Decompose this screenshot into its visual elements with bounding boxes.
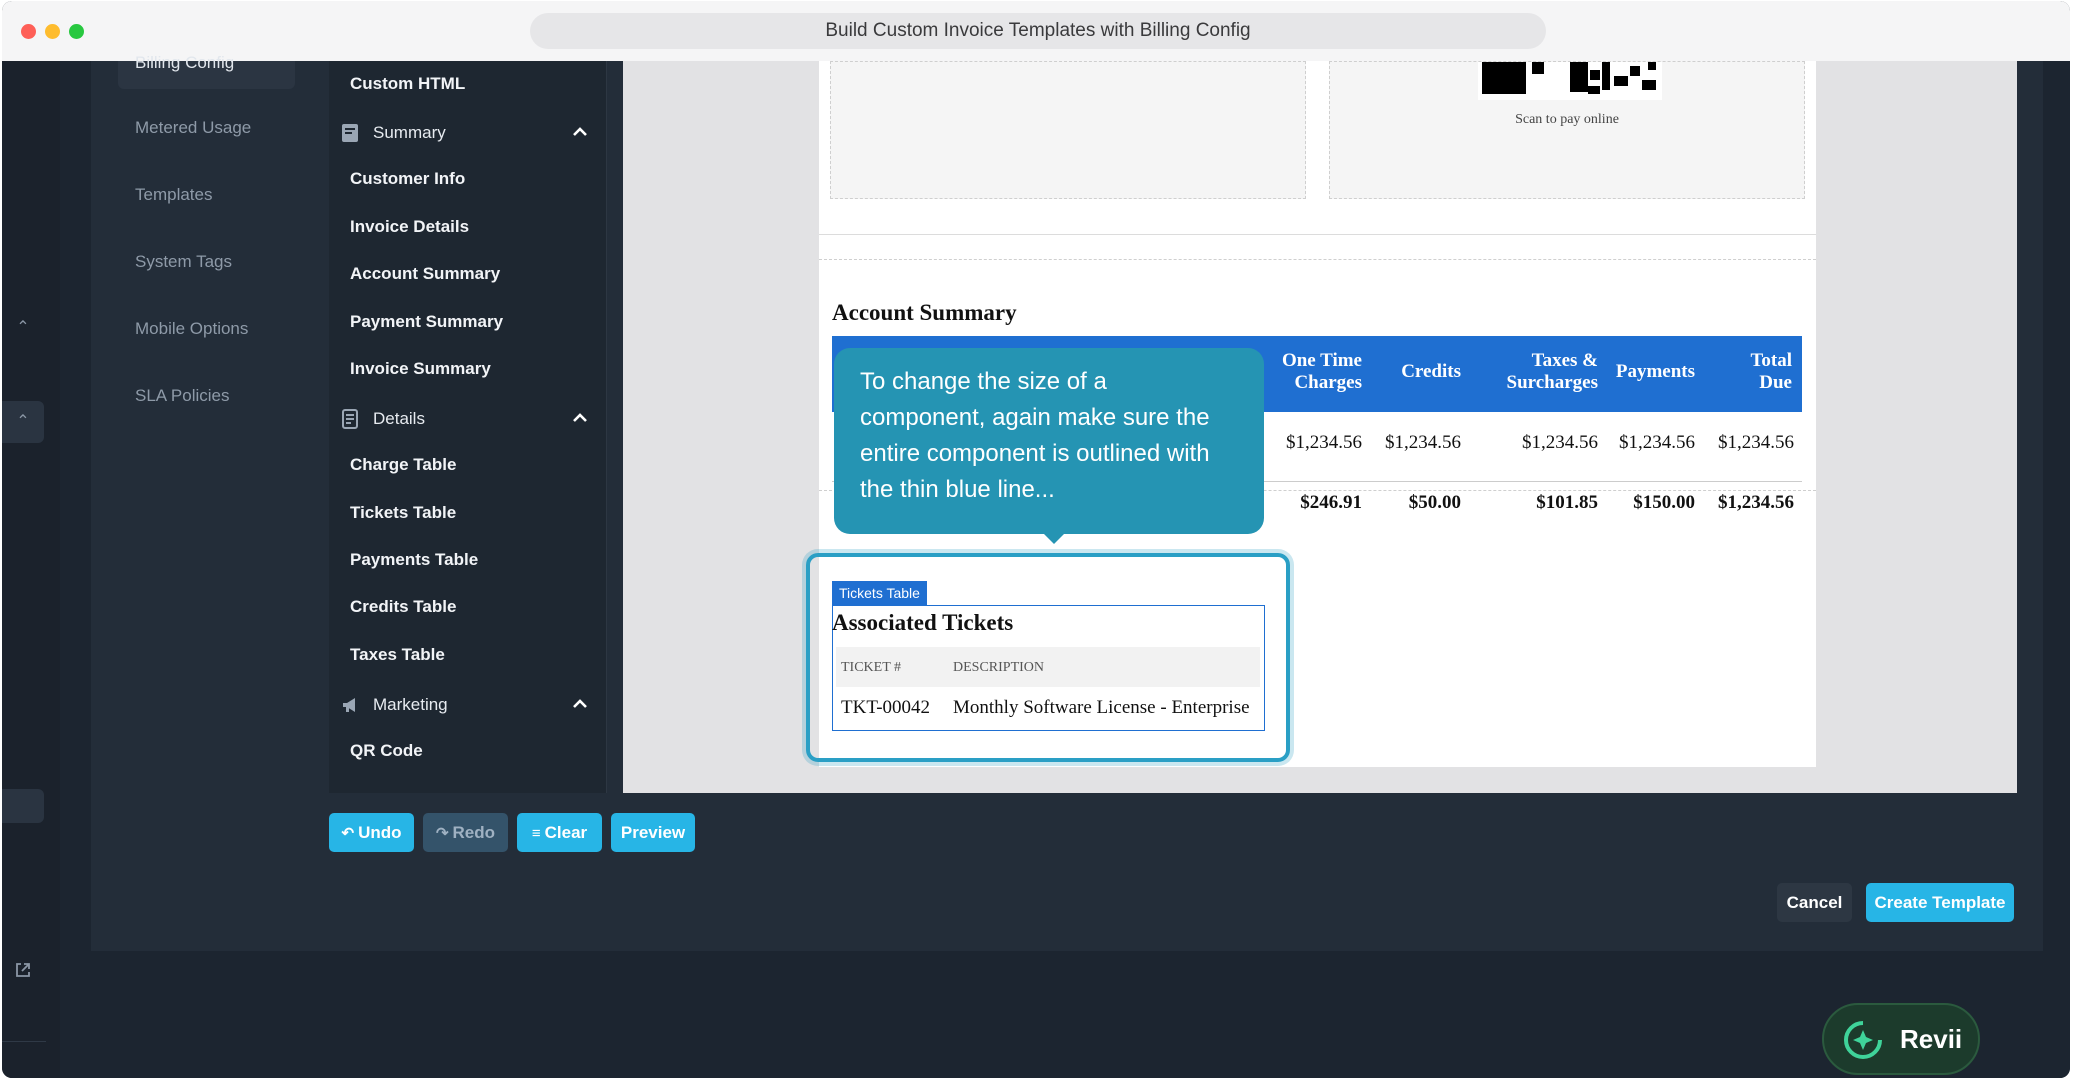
header-taxes-surcharges: Taxes & Surcharges [1506, 350, 1598, 393]
table-cell: $101.85 [1536, 492, 1598, 513]
table-cell: $1,234.56 [1718, 432, 1794, 453]
address-bar[interactable]: Build Custom Invoice Templates with Bill… [530, 13, 1546, 49]
table-cell: $1,234.56 [1718, 492, 1794, 513]
revii-assistant-button[interactable]: Revii [1822, 1003, 1980, 1075]
table-cell: $246.91 [1300, 492, 1362, 513]
group-details[interactable]: Details [341, 407, 591, 433]
header-credits: Credits [1401, 361, 1461, 382]
title-bar: Build Custom Invoice Templates with Bill… [2, 1, 2070, 62]
nav-item-metered-usage[interactable]: Metered Usage [135, 118, 251, 138]
table-cell: $50.00 [1408, 492, 1461, 513]
collapse-rail-button[interactable]: ⌃ [2, 401, 44, 443]
clear-icon: ≡ [531, 825, 541, 842]
component-taxes-table[interactable]: Taxes Table [350, 645, 445, 665]
nav-item-mobile-options[interactable]: Mobile Options [135, 319, 248, 339]
component-payment-summary[interactable]: Payment Summary [350, 312, 503, 332]
megaphone-icon [341, 695, 361, 715]
redo-button[interactable]: ↷ Redo [423, 813, 508, 852]
qr-placeholder-left[interactable] [830, 61, 1306, 199]
clear-button[interactable]: ≡ Clear [517, 813, 602, 852]
component-credits-table[interactable]: Credits Table [350, 597, 456, 617]
group-details-label: Details [373, 409, 425, 428]
nav-item-templates[interactable]: Templates [135, 185, 212, 205]
group-marketing[interactable]: Marketing [341, 693, 591, 719]
chevron-up-icon[interactable] [569, 407, 591, 429]
summary-doc-icon [341, 123, 361, 143]
nav-item-sla-policies[interactable]: SLA Policies [135, 386, 230, 406]
zoom-window-button[interactable] [69, 24, 84, 39]
component-payments-table[interactable]: Payments Table [350, 550, 478, 570]
qr-code-block[interactable]: Scan to pay online [1329, 61, 1805, 199]
chevron-up-icon[interactable]: ⌃ [2, 317, 44, 337]
account-summary-title: Account Summary [832, 300, 1017, 325]
table-cell: $1,234.56 [1385, 432, 1461, 453]
table-cell: $1,234.56 [1619, 432, 1695, 453]
table-cell: $1,234.56 [1286, 432, 1362, 453]
component-account-summary[interactable]: Account Summary [350, 264, 500, 284]
component-custom-html[interactable]: Custom HTML [350, 74, 465, 94]
component-invoice-summary[interactable]: Invoice Summary [350, 359, 491, 379]
component-tickets-table[interactable]: Tickets Table [350, 503, 456, 523]
revii-label: Revii [1900, 1024, 1963, 1054]
nav-item-billing-config[interactable]: Billing Config [118, 53, 295, 89]
component-customer-info[interactable]: Customer Info [350, 169, 465, 189]
qr-code-image [1478, 62, 1662, 100]
header-payments: Payments [1615, 361, 1695, 382]
preview-button[interactable]: Preview [611, 813, 695, 852]
redo-icon: ↷ [435, 825, 449, 842]
qr-caption: Scan to pay online [1515, 112, 1619, 127]
header-total-due: Total Due [1750, 350, 1792, 393]
undo-icon: ↶ [341, 825, 355, 842]
group-summary-label: Summary [373, 123, 446, 142]
browser-window: Build Custom Invoice Templates with Bill… [2, 1, 2070, 1078]
chevron-up-icon[interactable] [569, 693, 591, 715]
group-summary[interactable]: Summary [341, 121, 591, 147]
tutorial-tooltip: To change the size of a component, again… [834, 348, 1264, 544]
header-one-time-charges: One Time Charges [1281, 350, 1362, 393]
revii-icon [1842, 1019, 1884, 1061]
minimize-window-button[interactable] [45, 24, 60, 39]
nav-item-label: Billing Config [135, 53, 235, 72]
rail-selected-item[interactable] [2, 789, 44, 823]
components-panel: Custom HTML Summary Customer Info Invoic… [329, 61, 607, 793]
left-rail: ⌃ ⌃ [2, 61, 61, 1078]
table-cell: $1,234.56 [1522, 432, 1598, 453]
close-window-button[interactable] [21, 24, 36, 39]
group-marketing-label: Marketing [373, 695, 448, 714]
undo-button[interactable]: ↶ Undo [329, 813, 414, 852]
details-doc-icon [341, 409, 361, 429]
external-link-icon[interactable] [2, 961, 44, 984]
component-invoice-details[interactable]: Invoice Details [350, 217, 469, 237]
table-cell: $150.00 [1633, 492, 1695, 513]
component-charge-table[interactable]: Charge Table [350, 455, 456, 475]
selection-highlight [806, 553, 1290, 762]
chevron-up-icon[interactable] [569, 121, 591, 143]
nav-item-system-tags[interactable]: System Tags [135, 252, 232, 272]
create-template-button[interactable]: Create Template [1866, 883, 2014, 922]
component-qr-code[interactable]: QR Code [350, 741, 423, 761]
cancel-button[interactable]: Cancel [1777, 883, 1852, 922]
